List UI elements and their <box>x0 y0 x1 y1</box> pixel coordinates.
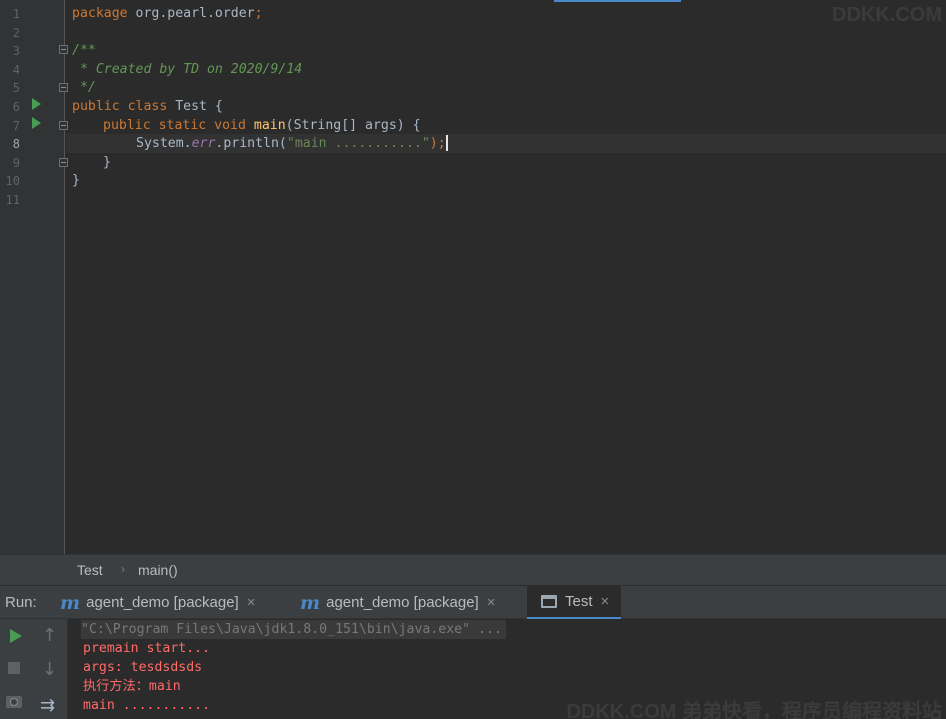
line-number: 10 <box>5 174 20 189</box>
console-line: args: tesdsdsds <box>83 660 203 675</box>
static-field: err <box>191 136 216 152</box>
console-line: 执行方法：main <box>83 679 181 694</box>
line-number: 8 <box>12 137 20 152</box>
run-toolbar: ↑ ↓ ⇉ <box>0 619 68 719</box>
code-text: Test { <box>167 99 223 114</box>
rerun-icon[interactable] <box>10 629 22 643</box>
editor-tab-indicator <box>554 0 681 2</box>
fold-marker-icon[interactable] <box>59 83 68 92</box>
line-number: 9 <box>12 155 20 170</box>
run-main-icon[interactable] <box>32 117 41 129</box>
code-text: org.pearl.order <box>127 6 255 21</box>
breadcrumb-separator: › <box>121 562 125 576</box>
maven-icon: m <box>300 591 321 614</box>
line-number: 1 <box>12 7 20 21</box>
soft-wrap-icon[interactable]: ⇉ <box>40 695 55 716</box>
watermark: DDKK.COM <box>832 4 942 26</box>
run-tab-agent-demo-2[interactable]: m agent_demo [package] × <box>300 586 496 619</box>
keyword: public class <box>72 99 168 114</box>
code-text: .println( <box>215 136 287 152</box>
breadcrumb-class[interactable]: Test <box>77 562 103 578</box>
console-command-line: "C:\Program Files\Java\jdk1.8.0_151\bin\… <box>81 620 506 639</box>
close-icon[interactable]: × <box>247 594 256 611</box>
code-text: ); <box>429 136 446 152</box>
fold-marker-icon[interactable] <box>59 158 68 167</box>
run-tab-agent-demo-1[interactable]: m agent_demo [package] × <box>60 586 256 619</box>
console-line: main ........... <box>83 698 211 713</box>
console-icon <box>541 595 557 608</box>
code-line-3: /** <box>72 43 96 59</box>
tab-label: Test <box>565 593 593 610</box>
string-literal: "main ..........." <box>286 136 430 152</box>
console-line: premain start... <box>83 641 211 656</box>
camera-icon[interactable] <box>6 696 22 708</box>
breadcrumb: Test › main() <box>0 554 946 585</box>
maven-icon: m <box>60 591 81 614</box>
code-text: System. <box>136 136 192 152</box>
code-line-6: public class Test { <box>72 98 223 117</box>
code-text: (String[] args) { <box>285 117 421 133</box>
tab-label: agent_demo [package] <box>326 594 479 611</box>
line-number: 5 <box>12 81 20 96</box>
fold-marker-icon[interactable] <box>59 45 68 54</box>
stop-icon[interactable] <box>8 662 20 674</box>
arrow-down-icon[interactable]: ↓ <box>42 659 57 680</box>
code-line-4: * Created by TD on 2020/9/14 <box>72 61 303 77</box>
line-number: 2 <box>12 25 20 40</box>
line-number: 4 <box>12 62 20 77</box>
keyword: public static void <box>103 117 246 133</box>
watermark: DDKK.COM 弟弟快看，程序员编程资料站 <box>566 701 942 719</box>
close-icon[interactable]: × <box>487 594 496 611</box>
close-icon[interactable]: × <box>601 593 610 610</box>
code-line-9: } <box>103 154 111 170</box>
fold-marker-icon[interactable] <box>59 121 68 130</box>
code-line-8: System.err.println("main ..........."); <box>136 135 448 154</box>
code-editor[interactable]: 1 2 3 4 5 6 7 8 9 10 11 package org.pear… <box>0 0 946 554</box>
line-number: 7 <box>12 118 20 133</box>
run-tool-window-header: Run: m agent_demo [package] × m agent_de… <box>0 585 946 620</box>
method-name: main <box>253 117 286 133</box>
code-line-7: public static void main(String[] args) { <box>103 117 421 136</box>
line-number: 6 <box>12 100 20 114</box>
run-label: Run: <box>5 594 37 611</box>
line-number: 11 <box>5 193 20 207</box>
line-number: 3 <box>12 44 20 59</box>
arrow-up-icon[interactable]: ↑ <box>42 625 57 646</box>
run-class-icon[interactable] <box>32 98 41 110</box>
breadcrumb-method[interactable]: main() <box>138 562 178 578</box>
run-tab-test[interactable]: Test × <box>527 586 622 620</box>
text-caret <box>445 135 448 152</box>
code-line-1: package org.pearl.order; <box>72 5 263 24</box>
keyword: package <box>72 6 128 21</box>
code-text: ; <box>254 6 263 21</box>
editor-gutter: 1 2 3 4 5 6 7 8 9 10 11 <box>0 0 68 554</box>
code-line-5: */ <box>72 80 96 96</box>
code-line-10: } <box>72 173 80 189</box>
tab-label: agent_demo [package] <box>86 594 239 611</box>
